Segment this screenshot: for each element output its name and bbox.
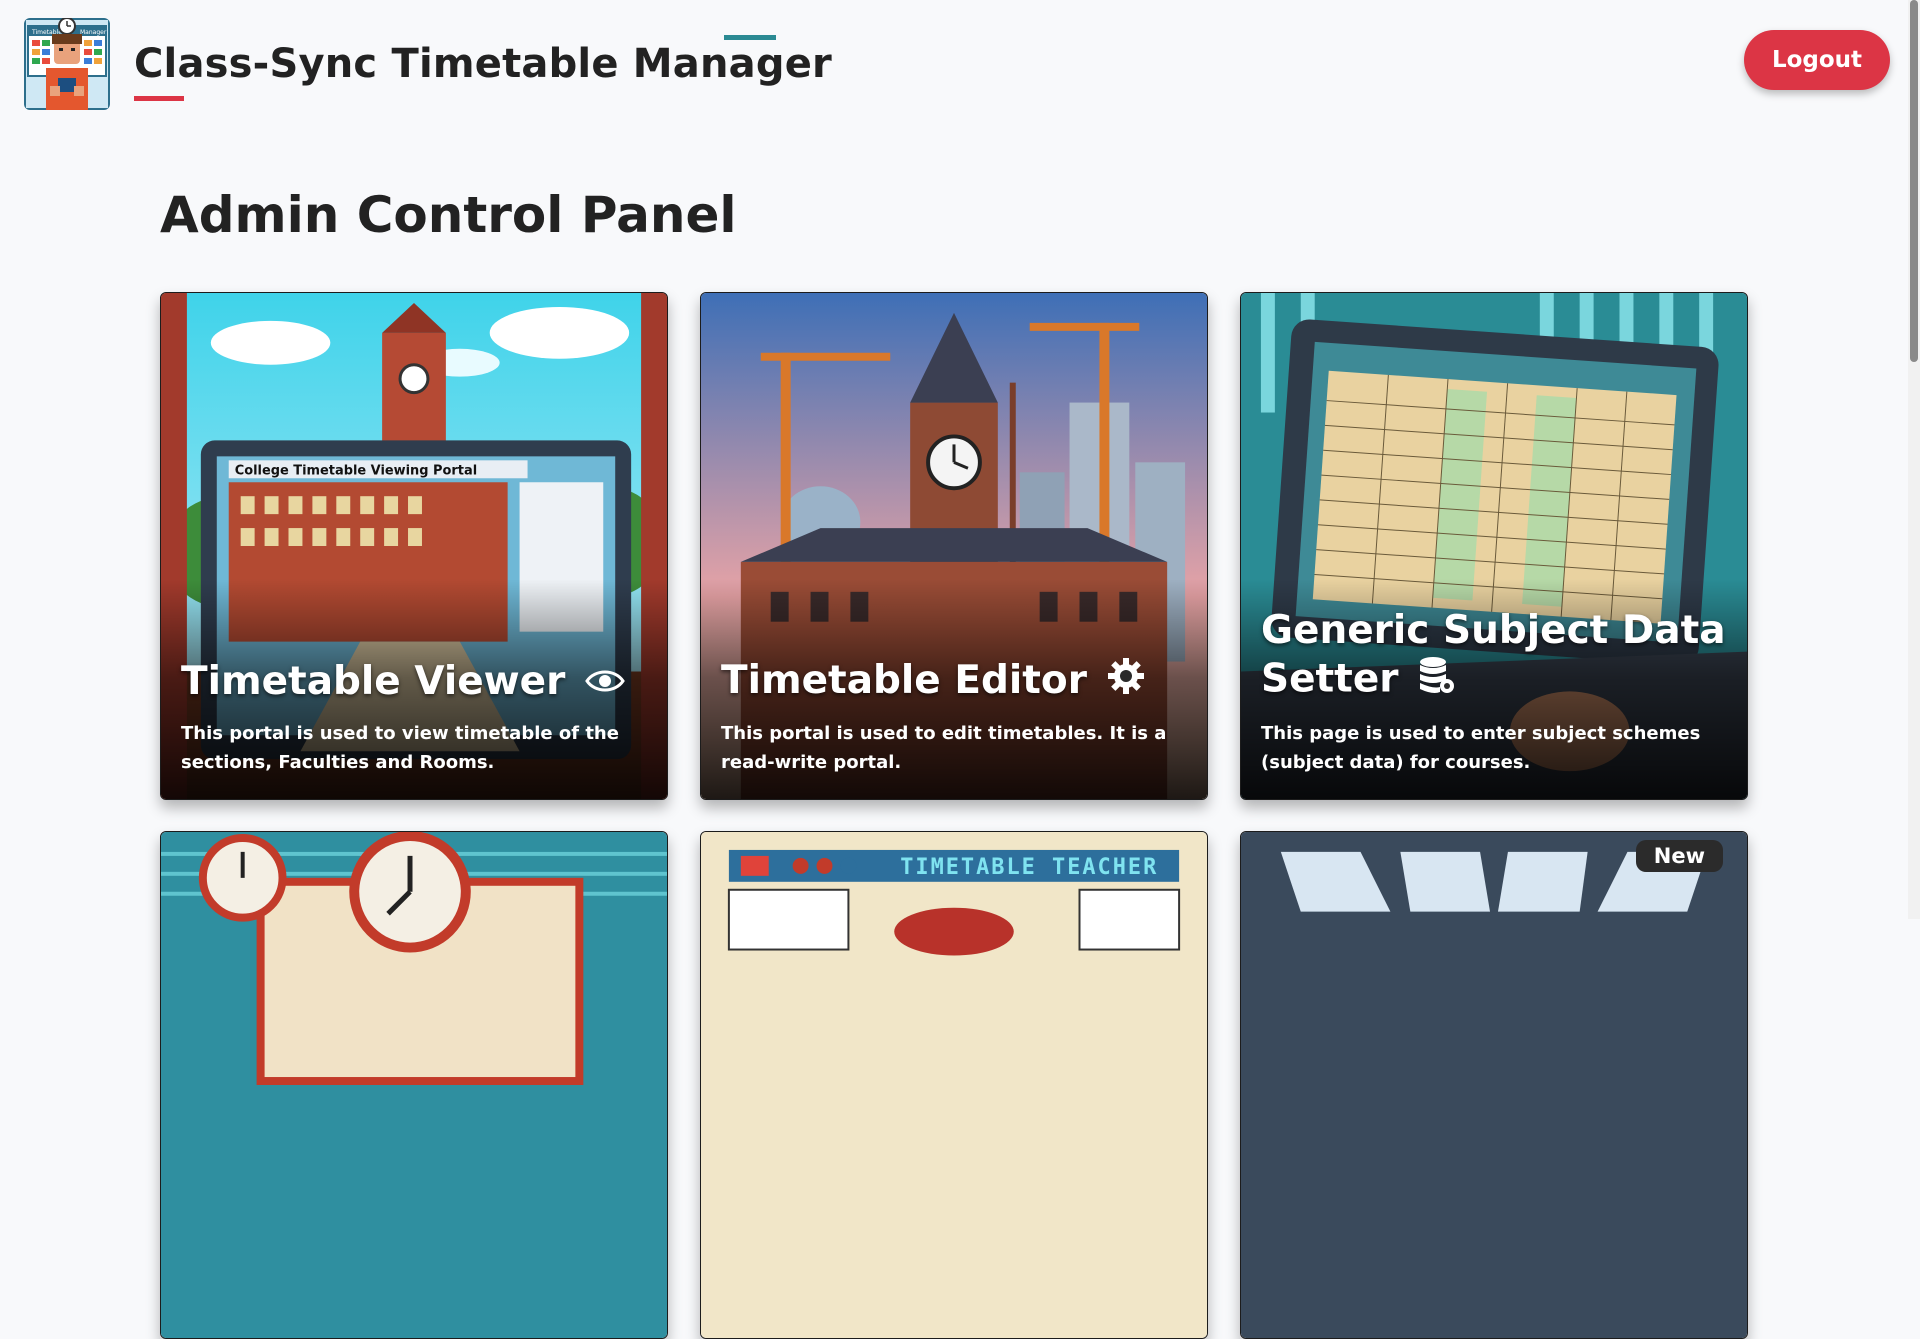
gear-icon [1107,657,1145,707]
scrollbar-thumb[interactable] [1910,0,1918,362]
svg-text:TIMETABLE TEACHER: TIMETABLE TEACHER [900,855,1158,880]
card-title: Timetable Viewer [181,658,647,708]
database-cog-icon [1418,655,1456,707]
card-art-timetable-teacher: TIMETABLE TEACHER [701,832,1207,1338]
card-timetable-editor[interactable]: Timetable Editor This portal is used to … [700,292,1208,800]
card-title-text: Timetable Viewer [181,658,566,704]
page-title: Admin Control Panel [160,186,737,244]
card-timetable-viewer[interactable]: College Timetable Viewing Portal Timetab… [160,292,668,800]
card-subject-data-setter[interactable]: Generic Subject Data Setter This page is… [1240,292,1748,800]
card-text: Timetable Editor This portal is used to … [721,657,1187,778]
app-title-group: Class-Sync Timetable Manager [134,35,832,101]
svg-text:Manager: Manager [80,29,107,36]
page-scrollbar[interactable] [1908,0,1920,919]
card-title: Timetable Editor [721,657,1187,708]
eye-icon [585,659,625,707]
card-title-text: Timetable Editor [721,657,1087,703]
app-title: Class-Sync Timetable Manager [134,41,832,87]
card-new-feature[interactable]: New [1240,831,1748,1339]
clock-icon [198,833,287,922]
card-title-text: Generic Subject Data Setter [1261,608,1726,702]
card-title: Generic Subject Data Setter [1261,607,1727,707]
logout-button[interactable]: Logout [1744,30,1890,90]
card-art-clocks [161,832,667,1338]
card-timetable-teacher[interactable]: TIMETABLE TEACHER [700,831,1208,1339]
title-overline-accent [724,35,776,40]
card-art-hall [1241,832,1747,1338]
card-clocks[interactable] [160,831,668,1339]
card-description: This portal is used to view timetable of… [181,723,619,773]
title-underline-accent [134,96,184,101]
card-description: This page is used to enter subject schem… [1261,723,1701,773]
new-badge: New [1635,840,1723,872]
logo-image: Timetable Manager [24,18,110,110]
app-logo[interactable]: Timetable Manager [24,18,110,110]
app-header: Timetable Manager Class-Sync Timetable M… [0,0,1920,130]
card-text: Generic Subject Data Setter This page is… [1261,607,1727,777]
svg-text:College Timetable Viewing Port: College Timetable Viewing Portal [235,463,477,478]
card-text: Timetable Viewer This portal is used to … [181,658,647,778]
card-description: This portal is used to edit timetables. … [721,723,1167,773]
